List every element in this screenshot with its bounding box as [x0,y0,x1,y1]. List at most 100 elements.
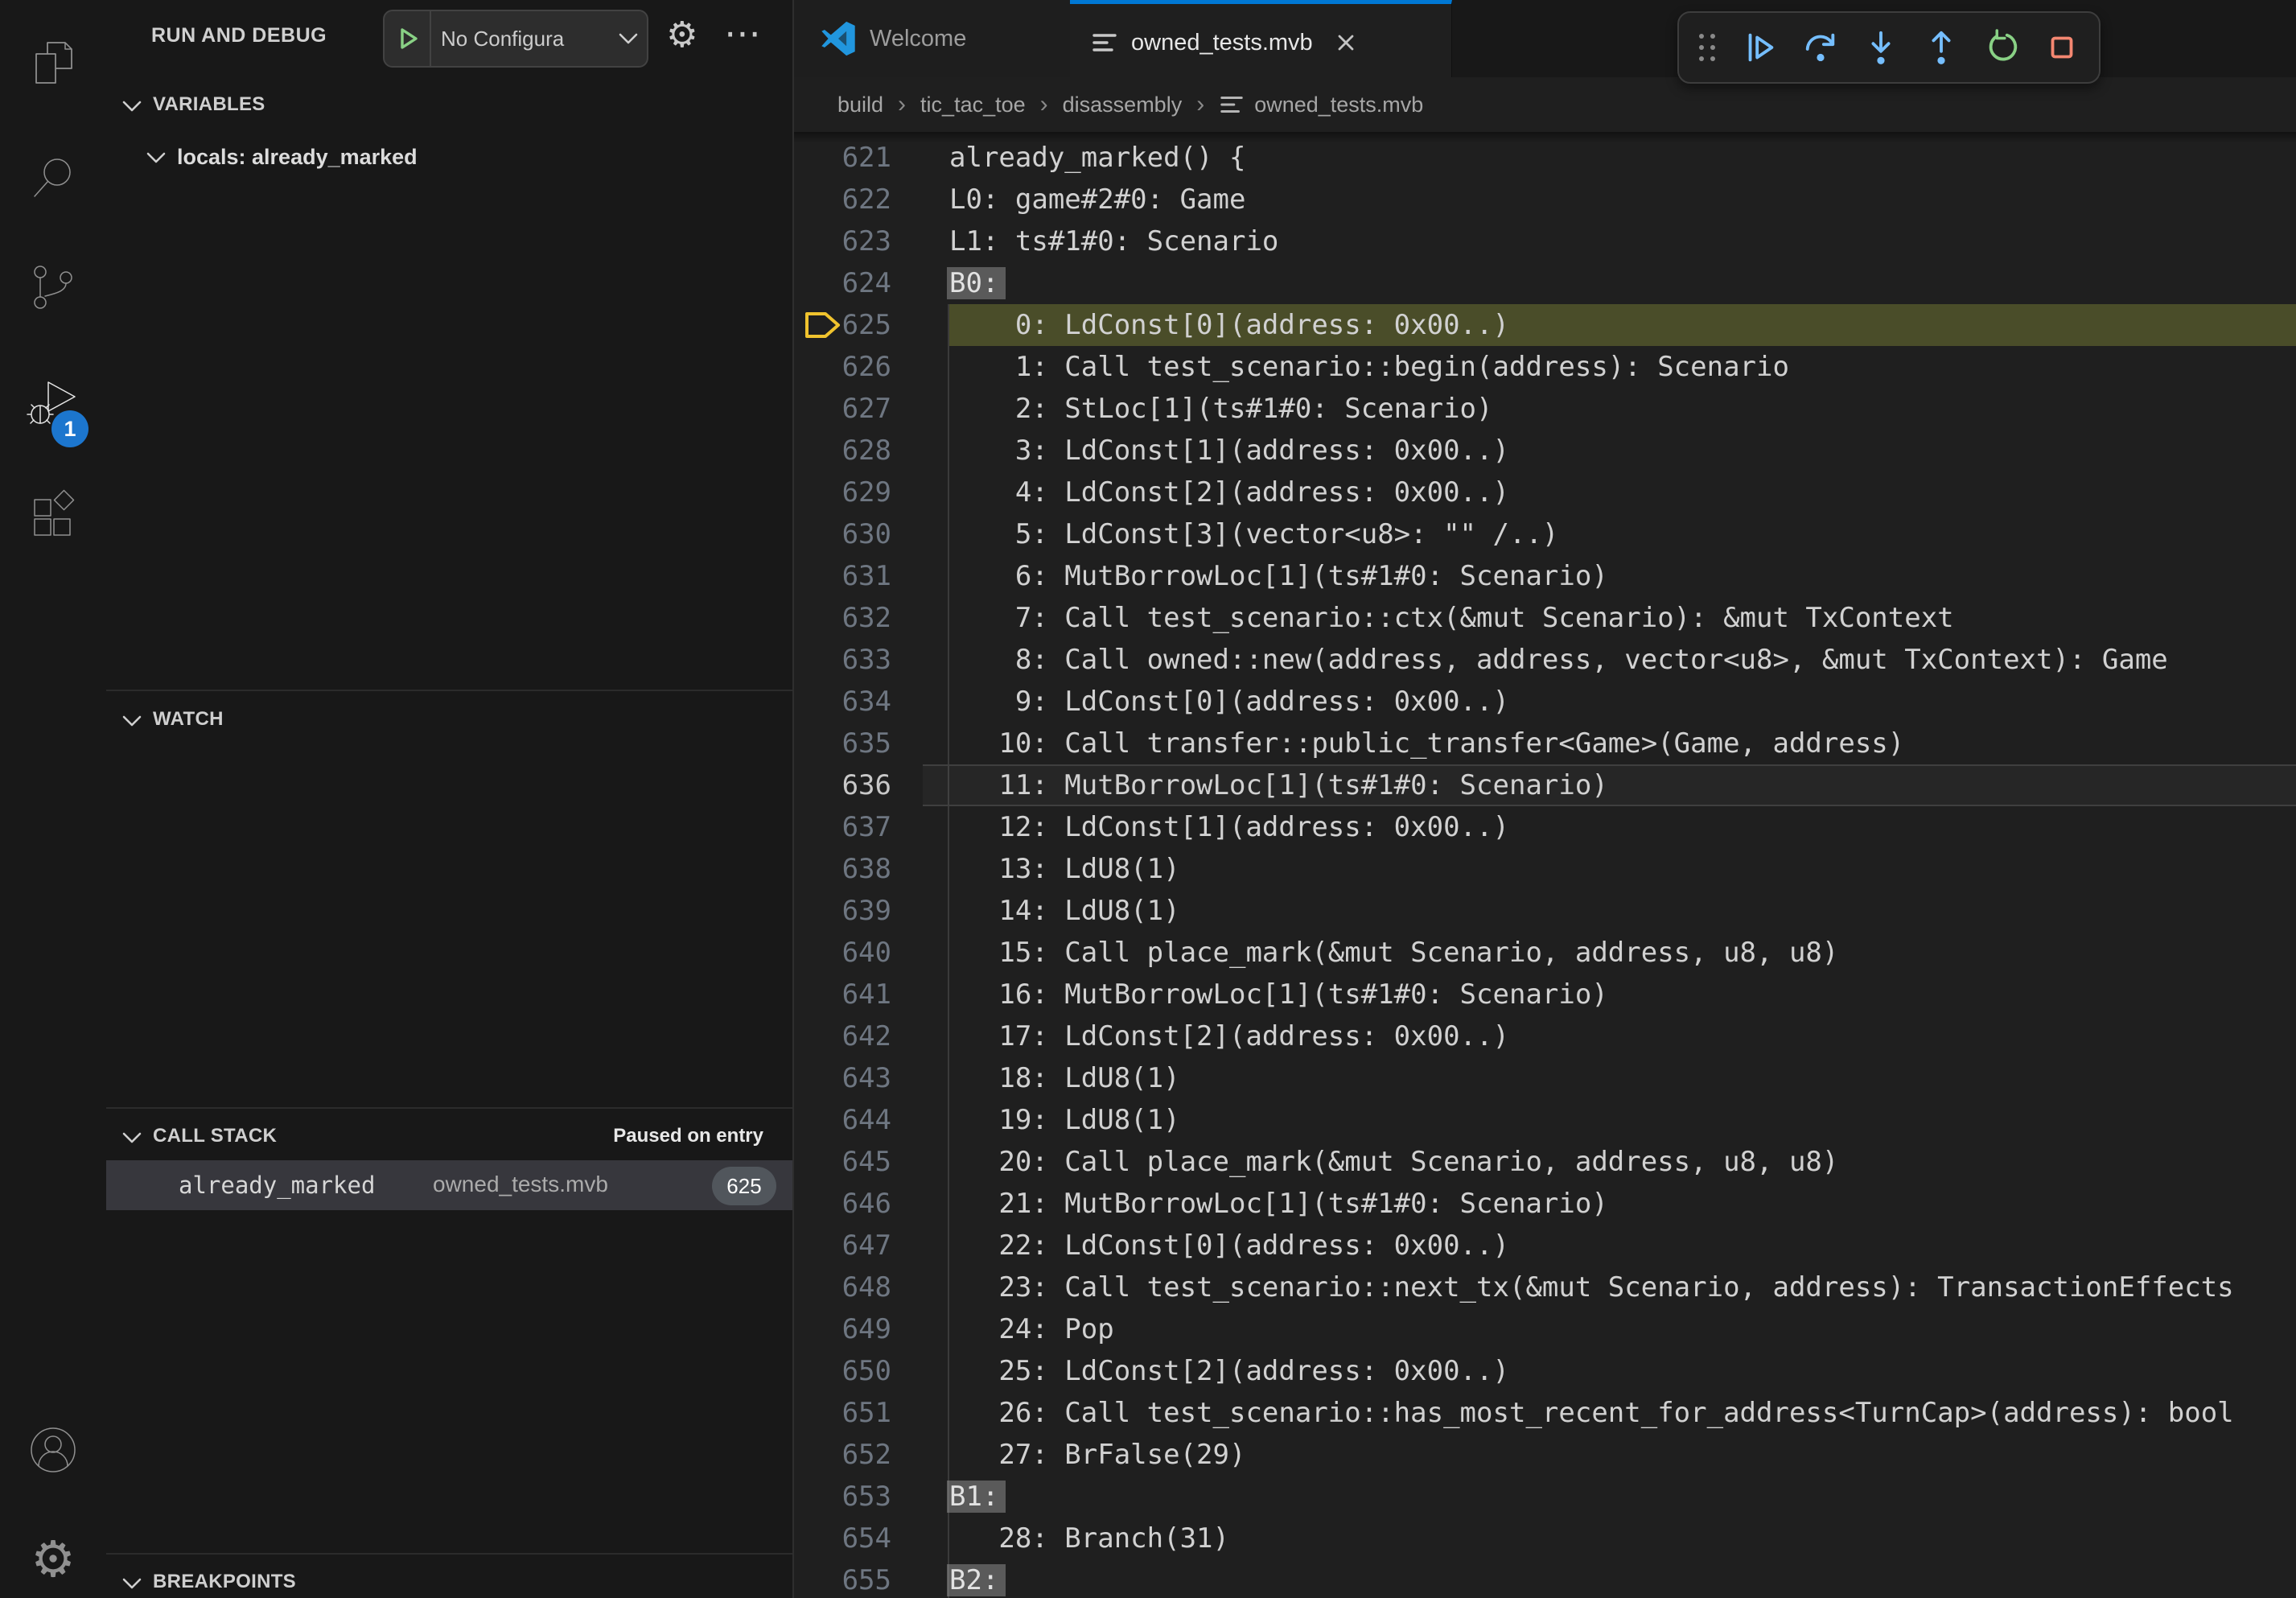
code-line[interactable]: 654 28: Branch(31) [794,1518,2296,1559]
line-number[interactable]: 629 [794,472,891,513]
debug-settings-gear-icon[interactable]: ⚙ [666,18,697,53]
restart-button[interactable] [1982,28,2021,67]
sidebar-item-explorer[interactable] [0,27,106,98]
step-out-button[interactable] [1922,28,1961,67]
breadcrumb-item[interactable]: disassembly [1063,93,1183,117]
line-number[interactable]: 655 [794,1559,891,1598]
line-number[interactable]: 644 [794,1099,891,1141]
line-number[interactable]: 626 [794,346,891,388]
code-line[interactable]: 632 7: Call test_scenario::ctx(&mut Scen… [794,597,2296,639]
line-number[interactable]: 640 [794,932,891,974]
code-line[interactable]: 640 15: Call place_mark(&mut Scenario, a… [794,932,2296,974]
watch-section-header[interactable]: WATCH [106,700,792,745]
code-line[interactable]: 653B1: [794,1476,2296,1518]
sidebar-item-extensions[interactable] [0,480,106,550]
code-line[interactable]: 650 25: LdConst[2](address: 0x00..) [794,1350,2296,1392]
stop-button[interactable] [2043,28,2081,67]
code-line[interactable]: 637 12: LdConst[1](address: 0x00..) [794,806,2296,848]
code-line[interactable]: 621already_marked() { [794,137,2296,179]
code-line[interactable]: 643 18: LdU8(1) [794,1057,2296,1099]
tab-owned-tests[interactable]: owned_tests.mvb [1070,0,1452,81]
variables-scope-row[interactable]: locals: already_marked [106,135,792,182]
line-number[interactable]: 636 [794,764,891,806]
code-line[interactable]: 641 16: MutBorrowLoc[1](ts#1#0: Scenario… [794,974,2296,1015]
line-number[interactable]: 642 [794,1015,891,1057]
step-over-button[interactable] [1801,28,1840,67]
code-line[interactable]: 648 23: Call test_scenario::next_tx(&mut… [794,1266,2296,1308]
code-line[interactable]: 635 10: Call transfer::public_transfer<G… [794,723,2296,764]
code-line[interactable]: 623L1: ts#1#0: Scenario [794,220,2296,262]
call-stack-frame[interactable]: already_marked owned_tests.mvb 625 [106,1160,792,1210]
code-line[interactable]: 655B2: [794,1559,2296,1598]
step-into-button[interactable] [1862,28,1900,67]
code-line[interactable]: 652 27: BrFalse(29) [794,1434,2296,1476]
code-line[interactable]: 651 26: Call test_scenario::has_most_rec… [794,1392,2296,1434]
debug-start-icon[interactable] [394,25,422,52]
code-line[interactable]: 627 2: StLoc[1](ts#1#0: Scenario) [794,388,2296,430]
breadcrumb-item[interactable]: owned_tests.mvb [1254,93,1423,117]
line-number[interactable]: 624 [794,262,891,304]
line-number[interactable]: 632 [794,597,891,639]
code-line[interactable]: 630 5: LdConst[3](vector<u8>: "" /..) [794,513,2296,555]
code-line[interactable]: 626 1: Call test_scenario::begin(address… [794,346,2296,388]
sidebar-item-run-and-debug[interactable]: 1 [0,369,106,439]
line-number[interactable]: 648 [794,1266,891,1308]
code-line[interactable]: 642 17: LdConst[2](address: 0x00..) [794,1015,2296,1057]
code-line[interactable]: 636 11: MutBorrowLoc[1](ts#1#0: Scenario… [794,764,2296,806]
code-line[interactable]: 628 3: LdConst[1](address: 0x00..) [794,430,2296,472]
line-number[interactable]: 627 [794,388,891,430]
sidebar-item-source-control[interactable] [0,253,106,323]
line-number[interactable]: 645 [794,1141,891,1183]
code-line[interactable]: 645 20: Call place_mark(&mut Scenario, a… [794,1141,2296,1183]
code-line[interactable]: 638 13: LdU8(1) [794,848,2296,890]
line-number[interactable]: 639 [794,890,891,932]
breakpoints-section-header[interactable]: BREAKPOINTS [106,1563,792,1598]
line-number[interactable]: 652 [794,1434,891,1476]
line-number[interactable]: 653 [794,1476,891,1518]
line-number[interactable]: 650 [794,1350,891,1392]
line-number[interactable]: 643 [794,1057,891,1099]
breadcrumb-item[interactable]: tic_tac_toe [920,93,1026,117]
variables-section-header[interactable]: VARIABLES [106,85,792,130]
code-line[interactable]: 647 22: LdConst[0](address: 0x00..) [794,1225,2296,1266]
line-number[interactable]: 622 [794,179,891,220]
line-number[interactable]: 647 [794,1225,891,1266]
line-number[interactable]: 635 [794,723,891,764]
line-number[interactable]: 651 [794,1392,891,1434]
line-number[interactable]: 654 [794,1518,891,1559]
code-line[interactable]: 625 0: LdConst[0](address: 0x00..) [794,304,2296,346]
code-editor[interactable]: 621already_marked() {622L0: game#2#0: Ga… [794,132,2296,1598]
account-button[interactable] [0,1415,106,1485]
settings-button[interactable]: ⚙ [0,1524,106,1595]
breadcrumb-item[interactable]: build [837,93,883,117]
line-number[interactable]: 628 [794,430,891,472]
debug-configuration-dropdown[interactable]: No Configura [383,10,648,68]
code-line[interactable]: 644 19: LdU8(1) [794,1099,2296,1141]
line-number[interactable]: 633 [794,639,891,681]
code-line[interactable]: 629 4: LdConst[2](address: 0x00..) [794,472,2296,513]
line-number[interactable]: 637 [794,806,891,848]
line-number[interactable]: 625 [794,304,891,346]
more-actions-icon[interactable]: ⋯ [724,14,761,51]
line-number[interactable]: 630 [794,513,891,555]
tab-welcome[interactable]: Welcome [794,0,1071,77]
code-line[interactable]: 631 6: MutBorrowLoc[1](ts#1#0: Scenario) [794,555,2296,597]
code-line[interactable]: 634 9: LdConst[0](address: 0x00..) [794,681,2296,723]
code-line[interactable]: 633 8: Call owned::new(address, address,… [794,639,2296,681]
line-number[interactable]: 631 [794,555,891,597]
close-icon[interactable] [1334,31,1358,55]
code-line[interactable]: 646 21: MutBorrowLoc[1](ts#1#0: Scenario… [794,1183,2296,1225]
continue-button[interactable] [1741,28,1780,67]
code-line[interactable]: 639 14: LdU8(1) [794,890,2296,932]
call-stack-section-header[interactable]: CALL STACK Paused on entry [106,1117,792,1162]
line-number[interactable]: 634 [794,681,891,723]
code-line[interactable]: 624B0: [794,262,2296,304]
line-number[interactable]: 641 [794,974,891,1015]
code-line[interactable]: 622L0: game#2#0: Game [794,179,2296,220]
code-line[interactable]: 649 24: Pop [794,1308,2296,1350]
drag-handle[interactable] [1695,30,1719,65]
line-number[interactable]: 646 [794,1183,891,1225]
line-number[interactable]: 621 [794,137,891,179]
line-number[interactable]: 638 [794,848,891,890]
line-number[interactable]: 649 [794,1308,891,1350]
